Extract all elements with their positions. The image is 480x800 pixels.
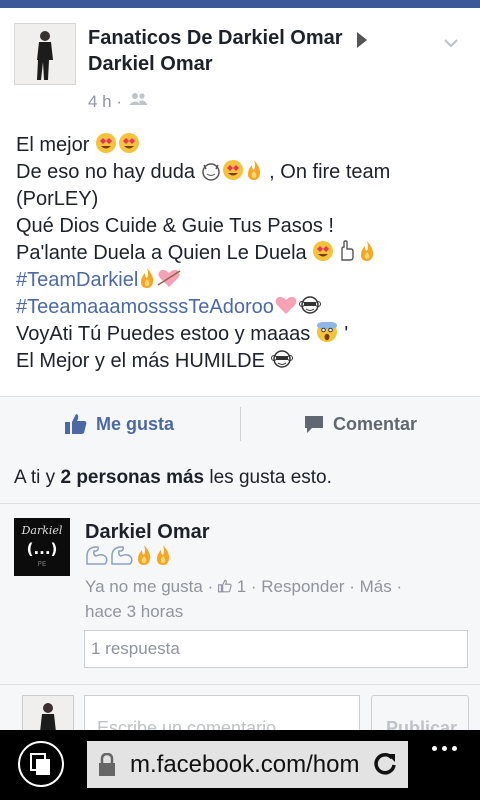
- post-line: Pa'lante Duela a Quien Le Duela: [16, 240, 468, 267]
- more-dots-icon[interactable]: [432, 738, 462, 756]
- like-label: Me gusta: [96, 413, 175, 434]
- more-link[interactable]: Más: [360, 577, 392, 596]
- replies-toggle[interactable]: 1 respuesta: [84, 630, 468, 668]
- separator: ·: [250, 577, 262, 596]
- post-line-text: Pa'lante Duela a Quien Le Duela: [16, 242, 307, 264]
- post-card: Fanaticos De Darkiel Omar Darkiel Omar 4…: [0, 8, 480, 396]
- url-text: m.facebook.com/hom: [130, 751, 360, 778]
- post-message: El mejor De eso no hay duda , On fire te…: [16, 132, 468, 375]
- post-line: (PorLEY): [16, 188, 99, 210]
- browser-address-bar: m.facebook.com/hom: [0, 730, 480, 800]
- hashtag-link[interactable]: #TeamDarkiel: [16, 269, 138, 291]
- likes-summary-text: A ti y 2 personas más les gusta esto.: [14, 467, 332, 488]
- separator: ·: [396, 577, 403, 596]
- comment-button[interactable]: Comentar: [304, 411, 417, 437]
- comment-avatar-text: Darkiel: [21, 524, 63, 537]
- author-name[interactable]: Darkiel Omar: [88, 53, 213, 76]
- comment-input[interactable]: Escribe un comentario...: [84, 695, 360, 731]
- post-line: El Mejor y el más HUMILDE: [16, 348, 468, 375]
- comment-like-count[interactable]: 1: [237, 577, 246, 596]
- post-line-text: El mejor: [16, 134, 90, 156]
- comments-section: PE Darkiel (...) Darkiel Omar Ya no me g…: [0, 504, 480, 684]
- separator: ·: [207, 577, 218, 596]
- hashtag-link[interactable]: #TeeamaaamossssTeAdoroo: [16, 296, 274, 318]
- post-line: El mejor: [16, 132, 468, 159]
- post-line-text: , On fire team: [269, 161, 391, 183]
- likes-summary[interactable]: A ti y 2 personas más les gusta esto.: [0, 451, 480, 504]
- unlike-link[interactable]: Ya no me gusta: [85, 577, 203, 596]
- flexed-bicep-emoji: [111, 546, 133, 565]
- monkey-emoji: [270, 350, 293, 368]
- svg-text:PE: PE: [38, 560, 47, 568]
- thumbs-up-icon: [217, 579, 232, 593]
- top-status-bar: [0, 0, 480, 8]
- play-arrow-icon: [357, 32, 367, 48]
- reply-link[interactable]: Responder: [261, 577, 344, 596]
- refresh-icon: [374, 753, 396, 775]
- scream-emoji: [316, 322, 337, 342]
- url-field[interactable]: m.facebook.com/hom: [87, 741, 408, 788]
- post-line: De eso no hay duda , On fire team: [16, 159, 468, 186]
- cupid-heart-emoji: [157, 269, 181, 287]
- comment-actions: Ya no me gusta · 1 · Responder · Más ·: [85, 577, 402, 597]
- post-actions-bar: Me gusta Comentar: [0, 396, 480, 452]
- comment-composer: Escribe un comentario... Publicar: [0, 684, 480, 731]
- comment-body: [85, 544, 173, 568]
- audience-friends-icon: [129, 93, 147, 105]
- tabs-icon: [30, 753, 50, 775]
- composer-avatar: [22, 695, 74, 731]
- pointing-hand-emoji: [341, 240, 354, 261]
- publish-button[interactable]: Publicar: [371, 695, 469, 731]
- thumbs-up-icon: [65, 414, 87, 434]
- fire-emoji: [247, 160, 260, 180]
- comment-label: Comentar: [333, 413, 418, 434]
- like-button[interactable]: Me gusta: [64, 411, 174, 437]
- replies-count: 1 respuesta: [91, 639, 180, 658]
- page-avatar[interactable]: [14, 23, 76, 85]
- post-line-text: ': [344, 323, 349, 345]
- tabs-button[interactable]: [18, 741, 64, 787]
- actions-divider: [240, 407, 241, 441]
- flexed-bicep-emoji: [86, 546, 108, 565]
- post-line: Qué Dios Cuide & Guie Tus Pasos !: [16, 215, 334, 237]
- post-line-text: El Mejor y el más HUMILDE: [16, 350, 265, 372]
- separator: ·: [349, 577, 360, 596]
- post-line: VoyAti Tú Puedes estoo y maaas ': [16, 321, 468, 348]
- page-name[interactable]: Fanaticos De Darkiel Omar: [88, 27, 343, 50]
- comment-time: hace 3 horas: [85, 602, 184, 621]
- pink-heart-emoji: [275, 296, 297, 314]
- post-line: #TeamDarkiel: [16, 267, 468, 294]
- comment-bubble-icon: [305, 416, 323, 433]
- refresh-button[interactable]: [371, 750, 403, 780]
- heart-eyes-emoji: [118, 133, 139, 153]
- monkey-emoji: [298, 296, 321, 314]
- fire-emoji: [361, 241, 374, 261]
- post-line: #TeeamaaamossssTeAdoroo: [16, 294, 468, 321]
- comment-avatar-glyph: (...): [26, 540, 58, 558]
- post-line-text: De eso no hay duda: [16, 161, 196, 183]
- devil-emoji: [201, 163, 220, 181]
- heart-eyes-emoji: [313, 241, 334, 261]
- chevron-down-icon[interactable]: [444, 36, 458, 50]
- fire-emoji: [138, 545, 151, 565]
- heart-eyes-emoji: [95, 133, 116, 153]
- comment-avatar[interactable]: PE Darkiel (...): [14, 518, 70, 576]
- comment-author[interactable]: Darkiel Omar: [85, 521, 210, 544]
- fire-emoji: [157, 545, 170, 565]
- heart-eyes-emoji: [222, 160, 243, 180]
- post-time[interactable]: 4 h ·: [88, 92, 122, 112]
- lock-icon: [99, 753, 115, 776]
- post-line-text: VoyAti Tú Puedes estoo y maaas: [16, 323, 311, 345]
- fire-emoji: [141, 268, 154, 288]
